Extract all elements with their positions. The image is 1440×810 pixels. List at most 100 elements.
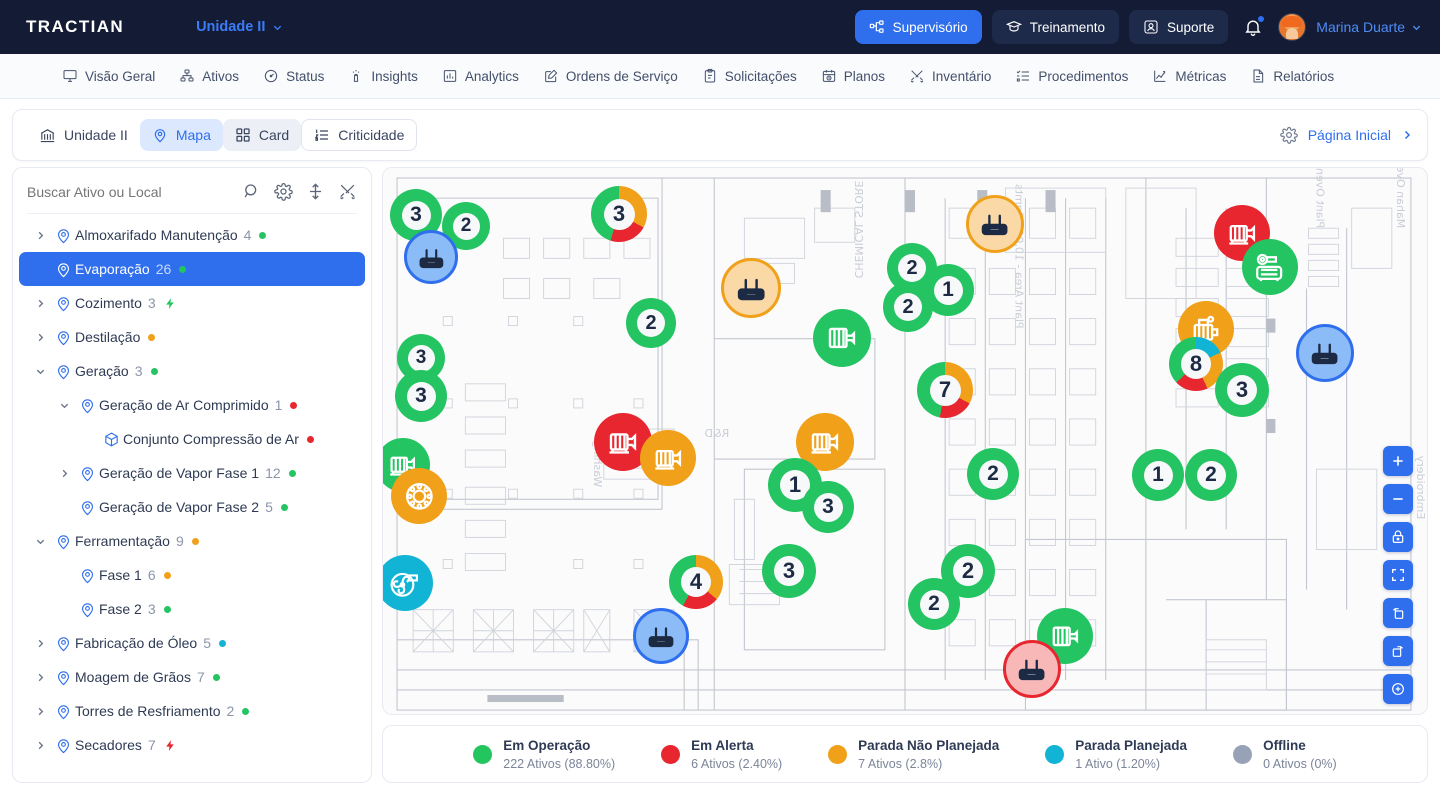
user-menu[interactable]: Marina Duarte (1316, 19, 1422, 35)
beacon-icon (348, 68, 364, 84)
map-asset-marker[interactable] (1296, 324, 1354, 382)
nav-item-solicita-es[interactable]: Solicitações (702, 68, 797, 84)
chevron-down-icon[interactable] (29, 366, 51, 377)
rotate-right-button[interactable] (1383, 636, 1413, 666)
cluster-count: 1 (934, 276, 963, 305)
map-asset-marker[interactable] (1242, 239, 1298, 295)
tree-item-gera-o-de-vapor-fase-1[interactable]: Geração de Vapor Fase 112 (19, 456, 365, 490)
chevron-down-icon[interactable] (29, 536, 51, 547)
map-cluster-marker[interactable]: 3 (802, 481, 854, 533)
view-criticality-button[interactable]: Criticidade (301, 119, 417, 151)
map-cluster-marker[interactable]: 2 (908, 578, 960, 630)
legend-item[interactable]: Offline0 Ativos (0%) (1233, 737, 1337, 771)
map-cluster-marker[interactable]: 2 (626, 298, 676, 348)
tree-item-fase-1[interactable]: Fase 16 (19, 558, 365, 592)
legend-item[interactable]: Parada Não Planejada7 Ativos (2.8%) (828, 737, 999, 771)
nav-item-vis-o-geral[interactable]: Visão Geral (62, 68, 155, 84)
map-cluster-marker[interactable]: 2 (883, 282, 933, 332)
tree-item-secadores[interactable]: Secadores7 (19, 728, 365, 762)
nav-item-relat-rios[interactable]: Relatórios (1250, 68, 1334, 84)
map-cluster-marker[interactable]: 7 (917, 362, 973, 418)
chevron-right-icon[interactable] (53, 468, 75, 479)
map-asset-marker[interactable] (1003, 640, 1061, 698)
map-cluster-marker[interactable]: 3 (591, 186, 647, 242)
map-asset-marker[interactable] (721, 258, 781, 318)
unit-selector[interactable]: Unidade II (196, 19, 283, 35)
map-asset-marker[interactable] (633, 608, 689, 664)
legend-item[interactable]: Em Alerta6 Ativos (2.40%) (661, 737, 782, 771)
pin-icon (75, 499, 99, 516)
training-button[interactable]: Treinamento (992, 10, 1119, 44)
map-asset-marker[interactable] (966, 195, 1024, 253)
map-asset-marker[interactable] (813, 309, 871, 367)
map-cluster-marker[interactable]: 3 (395, 370, 447, 422)
chevron-right-icon[interactable] (29, 706, 51, 717)
fullscreen-button[interactable] (1383, 560, 1413, 590)
map-cluster-marker[interactable]: 1 (1132, 449, 1184, 501)
tools-icon[interactable] (338, 182, 357, 201)
view-card-button[interactable]: Card (223, 119, 301, 151)
grid-cards-icon (235, 127, 251, 143)
add-point-button[interactable] (1383, 674, 1413, 704)
chevron-right-icon[interactable] (29, 638, 51, 649)
chevron-right-icon[interactable] (29, 298, 51, 309)
notifications-button[interactable] (1238, 12, 1268, 42)
home-link[interactable]: Página Inicial (1280, 126, 1413, 144)
zoom-out-button[interactable] (1383, 484, 1413, 514)
status-dot (290, 402, 297, 409)
pin-icon (75, 397, 99, 414)
map-asset-marker[interactable] (382, 555, 433, 611)
tree-item-fase-2[interactable]: Fase 23 (19, 592, 365, 626)
legend-item[interactable]: Em Operação222 Ativos (88.80%) (473, 737, 615, 771)
nav-item-insights[interactable]: Insights (348, 68, 418, 84)
tree-item-ferramenta-o[interactable]: Ferramentação9 (19, 524, 365, 558)
map-cluster-marker[interactable]: 2 (967, 448, 1019, 500)
map-cluster-marker[interactable]: 3 (762, 544, 816, 598)
map-asset-marker[interactable] (404, 230, 458, 284)
unit-breadcrumb[interactable]: Unidade II (27, 119, 140, 151)
chevron-down-icon[interactable] (53, 400, 75, 411)
search-input[interactable] (27, 184, 234, 200)
tree-item-evapora-o[interactable]: Evaporação26 (19, 252, 365, 286)
nav-item-procedimentos[interactable]: Procedimentos (1015, 68, 1128, 84)
nav-item-m-tricas[interactable]: Métricas (1152, 68, 1226, 84)
expand-collapse-icon[interactable] (306, 182, 325, 201)
lock-button[interactable] (1383, 522, 1413, 552)
tree-item-torres-de-resfriamento[interactable]: Torres de Resfriamento2 (19, 694, 365, 728)
tree-item-gera-o-de-vapor-fase-2[interactable]: Geração de Vapor Fase 25 (19, 490, 365, 524)
nav-item-status[interactable]: Status (263, 68, 324, 84)
chevron-right-icon[interactable] (29, 740, 51, 751)
search-icon[interactable] (242, 182, 261, 201)
support-button[interactable]: Suporte (1129, 10, 1228, 44)
chevron-right-icon[interactable] (29, 332, 51, 343)
legend-item[interactable]: Parada Planejada1 Ativo (1.20%) (1045, 737, 1187, 771)
tree-item-almoxarifado-manuten-o[interactable]: Almoxarifado Manutenção4 (19, 218, 365, 252)
chevron-right-icon[interactable] (29, 672, 51, 683)
map-cluster-marker[interactable]: 4 (669, 555, 723, 609)
map-cluster-marker[interactable]: 3 (1215, 363, 1269, 417)
tree-item-fabrica-o-de-leo[interactable]: Fabricação de Óleo5 (19, 626, 365, 660)
rotate-left-button[interactable] (1383, 598, 1413, 628)
tree-item-destila-o[interactable]: Destilação (19, 320, 365, 354)
map-asset-marker[interactable] (640, 430, 696, 486)
tree-item-moagem-de-gr-os[interactable]: Moagem de Grãos7 (19, 660, 365, 694)
nav-item-planos[interactable]: Planos (821, 68, 885, 84)
zoom-in-button[interactable] (1383, 446, 1413, 476)
tree-item-conjunto-compress-o-de-ar[interactable]: Conjunto Compressão de Ar (19, 422, 365, 456)
legend-label: Em Operação (503, 738, 590, 753)
nav-item-ativos[interactable]: Ativos (179, 68, 239, 84)
facility-map[interactable]: Washing CHEMICAL STORE Plant Area - 10,0… (382, 167, 1428, 715)
tree-item-cozimento[interactable]: Cozimento3 (19, 286, 365, 320)
chevron-right-icon[interactable] (29, 230, 51, 241)
gear-icon[interactable] (274, 182, 293, 201)
tree-item-gera-o[interactable]: Geração3 (19, 354, 365, 388)
nav-item-invent-rio[interactable]: Inventário (909, 68, 991, 84)
nav-item-ordens-de-servi-o[interactable]: Ordens de Serviço (543, 68, 678, 84)
map-asset-marker[interactable] (391, 468, 447, 524)
view-map-button[interactable]: Mapa (140, 119, 223, 151)
supervisory-button[interactable]: Supervisório (855, 10, 982, 44)
tree-item-count: 9 (176, 533, 184, 549)
tree-item-gera-o-de-ar-comprimido[interactable]: Geração de Ar Comprimido1 (19, 388, 365, 422)
map-cluster-marker[interactable]: 2 (1185, 449, 1237, 501)
nav-item-analytics[interactable]: Analytics (442, 68, 519, 84)
